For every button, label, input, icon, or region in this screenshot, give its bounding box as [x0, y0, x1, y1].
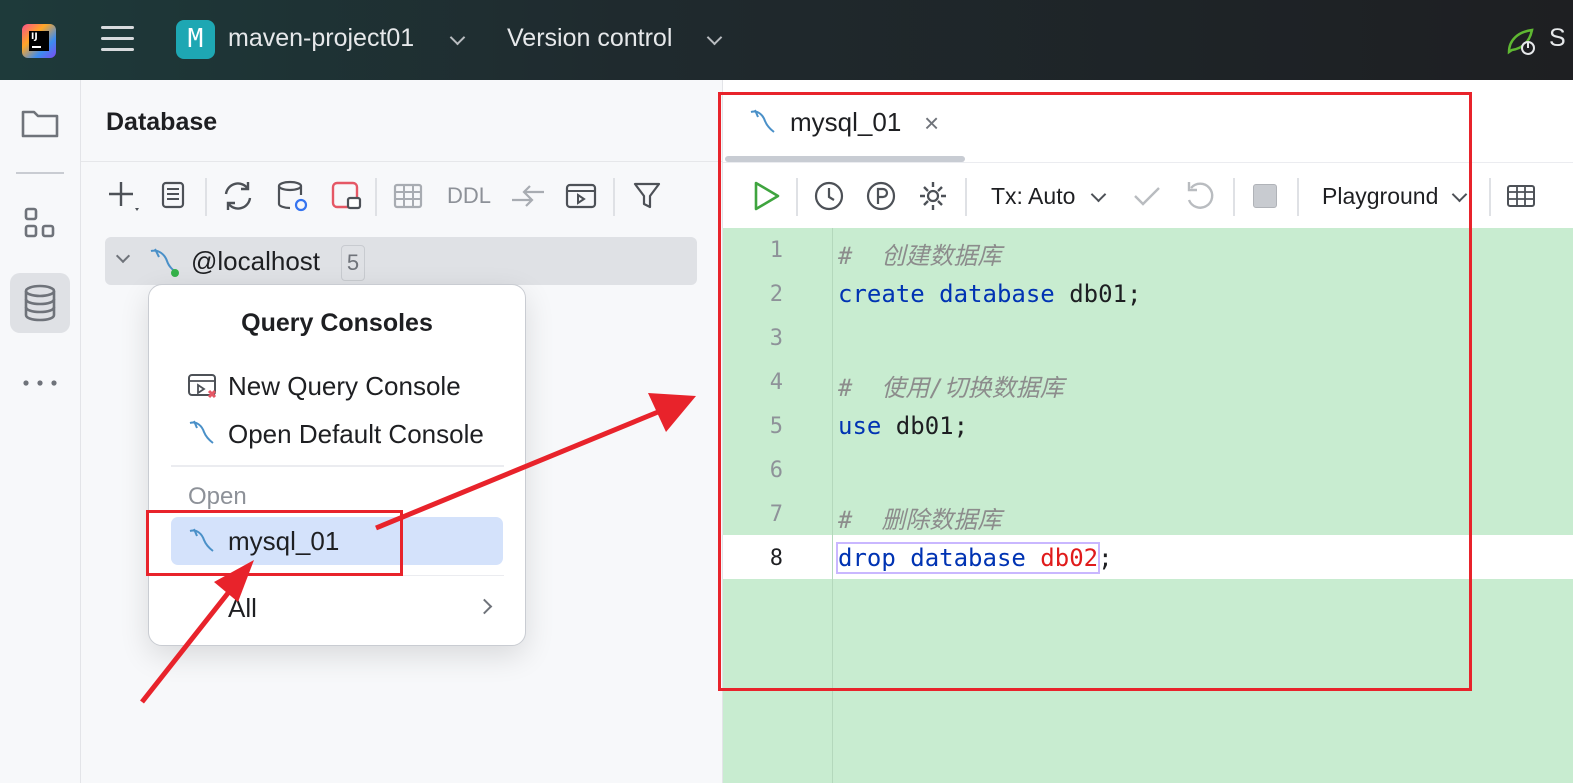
annotation-arrows	[140, 393, 696, 704]
